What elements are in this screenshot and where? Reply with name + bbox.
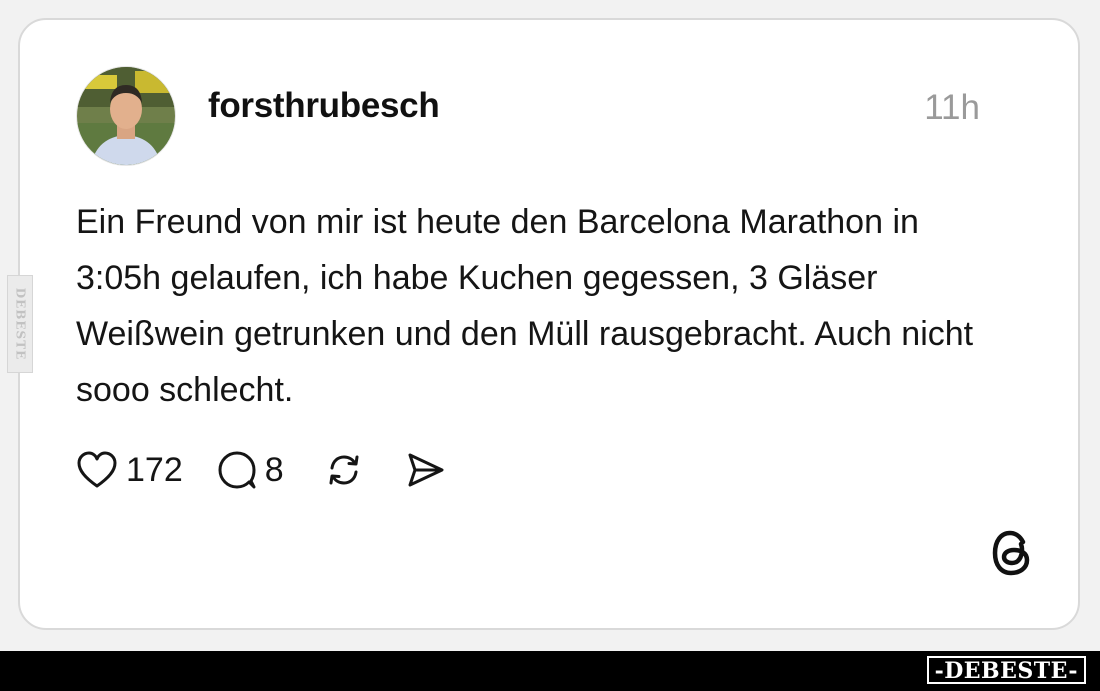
repost-icon [324, 450, 364, 490]
share-button[interactable] [404, 450, 446, 490]
heart-icon [76, 450, 118, 490]
like-button[interactable]: 172 [76, 450, 183, 490]
post-timestamp: 11h [924, 88, 980, 127]
avatar[interactable] [76, 66, 176, 166]
post-actions: 172 8 [76, 446, 446, 494]
bottom-bar: -DEBESTE- [0, 651, 1100, 691]
side-watermark-text: DEBESTE [13, 287, 27, 361]
threads-logo-icon [990, 529, 1034, 582]
like-count: 172 [126, 450, 183, 489]
speech-bubble-icon [217, 450, 257, 490]
brand-watermark: -DEBESTE- [926, 656, 1086, 684]
reply-button[interactable]: 8 [217, 450, 284, 490]
username[interactable]: forsthrubesch [208, 86, 440, 126]
send-icon [404, 450, 446, 490]
repost-button[interactable] [324, 450, 364, 490]
post-text: Ein Freund von mir ist heute den Barcelo… [76, 203, 974, 409]
reply-count: 8 [264, 450, 284, 489]
post-card: forsthrubesch 11h Ein Freund von mir ist… [18, 18, 1080, 630]
side-watermark: DEBESTE [7, 275, 33, 373]
